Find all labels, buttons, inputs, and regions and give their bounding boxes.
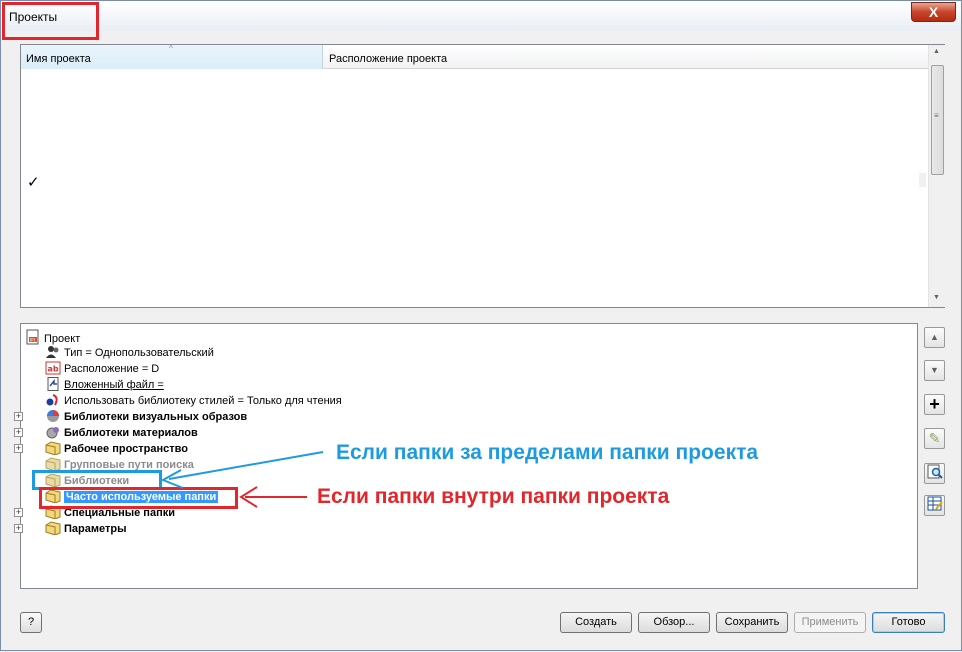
tree-item-location[interactable]: ab Расположение = D [45, 361, 159, 377]
apply-button[interactable]: Применить [794, 612, 866, 633]
style-library-icon [45, 393, 61, 407]
projects-dialog: Проекты X Имя проекта ^ Расположение про… [0, 0, 962, 651]
tree-item-location-label: Расположение = D [64, 363, 160, 375]
tree-item-material-libraries[interactable]: + Библиотеки материалов [14, 425, 198, 441]
column-project-name[interactable]: Имя проекта ^ [21, 44, 323, 69]
help-icon: ? [27, 616, 35, 628]
tree-item-type[interactable]: Тип = Однопользовательский [45, 345, 214, 361]
move-up-button[interactable]: ▲ [924, 327, 945, 348]
tree-item-appearance-libraries[interactable]: + Библиотеки визуальных образов [14, 409, 248, 425]
title-bar: Проекты X [1, 1, 961, 31]
done-button[interactable]: Готово [872, 612, 945, 633]
column-project-location-label: Расположение проекта [329, 53, 448, 65]
tree-item-style-library-label: Использовать библиотеку стилей = Только … [64, 395, 342, 407]
tree-item-options[interactable]: + Параметры [14, 521, 127, 537]
tree-root-label: Проект [44, 333, 81, 345]
sort-ascending-icon: ^ [169, 44, 173, 53]
tree-item-options-label: Параметры [64, 523, 127, 535]
find-path-button[interactable] [924, 463, 945, 484]
tree-item-workspace[interactable]: + Рабочее пространство [14, 441, 188, 457]
expand-icon[interactable]: + [14, 524, 23, 533]
column-project-location[interactable]: Расположение проекта [324, 45, 447, 69]
project-file-icon: IPJ [25, 329, 41, 345]
list-header: Имя проекта ^ Расположение проекта [21, 44, 929, 69]
folder-icon [45, 441, 61, 456]
folder-icon [45, 521, 61, 536]
add-path-button[interactable]: + [924, 394, 945, 415]
expand-icon[interactable]: + [14, 444, 23, 453]
create-button[interactable]: Создать [560, 612, 632, 633]
expand-icon[interactable]: + [14, 428, 23, 437]
help-button[interactable]: ? [20, 612, 42, 633]
tree-item-type-label: Тип = Однопользовательский [64, 347, 214, 359]
close-button[interactable]: X [911, 2, 956, 22]
tree-root[interactable]: IPJ Проект [25, 329, 80, 345]
svg-text:ab: ab [48, 365, 59, 374]
scroll-gutter [919, 173, 926, 187]
column-project-name-label: Имя проекта [26, 53, 91, 65]
browse-button[interactable]: Обзор... [638, 612, 710, 633]
edit-path-button[interactable]: ✎ [924, 428, 945, 449]
expand-icon[interactable]: + [14, 412, 23, 421]
material-library-icon [45, 425, 61, 439]
grid-edit-icon [927, 496, 943, 515]
included-file-icon [45, 377, 61, 391]
scroll-grip-icon: ≡ [934, 111, 939, 120]
magnifier-icon [927, 464, 943, 483]
appearance-library-icon [45, 409, 61, 423]
list-vertical-scrollbar[interactable]: ▲ ≡ ▼ [928, 45, 945, 307]
tree-item-style-library[interactable]: Использовать библиотеку стилей = Только … [45, 393, 342, 409]
title-highlight-box [2, 2, 99, 40]
expand-icon[interactable]: + [14, 508, 23, 517]
svg-text:IPJ: IPJ [30, 338, 35, 343]
tree-item-workspace-label: Рабочее пространство [64, 443, 188, 455]
tree-item-material-libraries-label: Библиотеки материалов [64, 427, 198, 439]
project-list[interactable]: Имя проекта ^ Расположение проекта ✓ ▲ ≡… [20, 44, 945, 308]
active-project-check-icon: ✓ [27, 174, 40, 191]
move-down-button[interactable]: ▼ [924, 360, 945, 381]
ab-location-icon: ab [45, 361, 61, 375]
folder-icon [45, 457, 61, 472]
tree-item-included-file-label: Вложенный файл = [64, 379, 164, 391]
scroll-thumb[interactable]: ≡ [931, 65, 944, 175]
edit-settings-button[interactable] [924, 495, 945, 516]
save-button[interactable]: Сохранить [716, 612, 788, 633]
annotation-outside-text: Если папки за пределами папки проекта [336, 441, 759, 464]
tree-item-appearance-libraries-label: Библиотеки визуальных образов [64, 411, 248, 423]
user-type-icon [45, 345, 61, 359]
annotation-inside-text: Если папки внутри папки проекта [317, 485, 670, 508]
scroll-down-arrow-icon[interactable]: ▼ [933, 294, 940, 301]
annotation-red-box [39, 487, 238, 509]
tree-item-included-file[interactable]: Вложенный файл = [45, 377, 164, 393]
scroll-up-arrow-icon[interactable]: ▲ [933, 48, 940, 55]
